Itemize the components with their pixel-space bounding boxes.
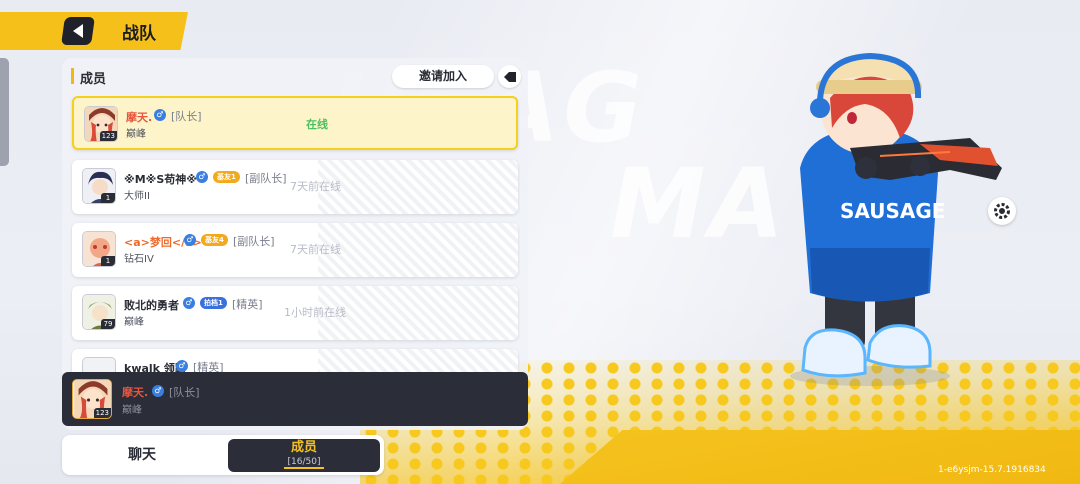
avatar: 123 bbox=[84, 106, 118, 142]
member-name: 败北的勇者 bbox=[124, 299, 179, 312]
member-row[interactable]: 79 败北的勇者 ♂ 拍档1 [精英] 巅峰 1小时前在线 bbox=[72, 286, 518, 340]
tab-members[interactable]: 成员 [16/50] bbox=[228, 439, 380, 472]
member-name: ※M※S苟神※ bbox=[124, 173, 197, 186]
level-tag: 123 bbox=[93, 408, 111, 418]
character-model[interactable]: SAUSAGE bbox=[770, 48, 1030, 398]
member-role: [队长] bbox=[171, 110, 202, 123]
selected-member-card[interactable]: 123 摩天. ♂ [队长] 巅峰 bbox=[62, 372, 528, 426]
tab-members-label: 成员 bbox=[290, 440, 317, 455]
page-title: 战队 bbox=[122, 24, 156, 44]
member-row[interactable]: 123 摩天. ♂ [队长] 巅峰 在线 bbox=[72, 96, 518, 150]
back-icon bbox=[73, 24, 83, 38]
version-label: 1-e6ysjm-15.7.1916834 bbox=[938, 465, 1046, 475]
row-pattern bbox=[318, 286, 518, 340]
row-pattern bbox=[318, 223, 518, 277]
member-rank: 钻石IV bbox=[124, 254, 154, 265]
male-icon: ♂ bbox=[154, 109, 166, 121]
avatar: 123 bbox=[72, 379, 112, 419]
level-tag: 1 bbox=[101, 256, 115, 266]
member-status: 7天前在线 bbox=[290, 180, 341, 193]
level-tag: 123 bbox=[99, 131, 117, 141]
friend-badge: 基友4 bbox=[201, 234, 228, 246]
tab-underline bbox=[284, 467, 324, 469]
member-name: 摩天. bbox=[126, 111, 153, 124]
member-role: [队长] bbox=[169, 386, 200, 399]
level-tag: 1 bbox=[101, 193, 115, 203]
member-status: 7天前在线 bbox=[290, 243, 341, 256]
partner-badge: 拍档1 bbox=[200, 297, 227, 309]
row-pattern bbox=[318, 160, 518, 214]
gear-icon bbox=[994, 203, 1010, 219]
floor-strip bbox=[560, 430, 1080, 484]
member-status: 在线 bbox=[306, 118, 328, 131]
male-icon: ♂ bbox=[183, 297, 195, 309]
section-marker bbox=[71, 68, 74, 84]
member-row[interactable]: 1 ※M※S苟神※ ♂ 基友1 [副队长] 大师II 7天前在线 bbox=[72, 160, 518, 214]
tab-chat[interactable]: 聊天 bbox=[62, 435, 222, 475]
member-row[interactable]: kwalk 领路 ♂ [精英] bbox=[72, 349, 518, 372]
member-rank: 大师II bbox=[124, 191, 150, 202]
section-title: 成员 bbox=[80, 72, 107, 87]
member-rank: 巅峰 bbox=[126, 129, 146, 140]
row-pattern bbox=[318, 349, 518, 372]
member-role: [精英] bbox=[232, 298, 263, 311]
quit-icon bbox=[503, 71, 516, 82]
male-icon: ♂ bbox=[184, 234, 196, 246]
svg-text:SAUSAGE: SAUSAGE bbox=[840, 199, 945, 223]
member-role: [副队长] bbox=[233, 235, 275, 248]
avatar: 1 bbox=[82, 168, 116, 204]
friend-badge: 基友1 bbox=[213, 171, 240, 183]
member-rank: 巅峰 bbox=[122, 405, 142, 416]
male-icon: ♂ bbox=[196, 171, 208, 183]
level-tag: 79 bbox=[101, 319, 115, 329]
member-role: [副队长] bbox=[245, 172, 287, 185]
settings-button[interactable] bbox=[988, 197, 1016, 225]
male-icon: ♂ bbox=[152, 385, 164, 397]
member-rank: 巅峰 bbox=[124, 317, 144, 328]
member-name: 摩天. bbox=[122, 386, 149, 399]
header-bar bbox=[0, 12, 188, 50]
avatar: 79 bbox=[82, 294, 116, 330]
avatar: 1 bbox=[82, 231, 116, 267]
member-role: [精英] bbox=[193, 361, 224, 372]
member-row[interactable]: 1 <a>梦回</a> ♂ 基友4 [副队长] 钻石IV 7天前在线 bbox=[72, 223, 518, 277]
member-list[interactable]: 123 摩天. ♂ [队长] 巅峰 在线 1 ※M※S苟神※ ♂ 基友1 [副队… bbox=[70, 96, 520, 372]
avatar bbox=[82, 357, 116, 372]
side-drawer-handle[interactable] bbox=[0, 58, 9, 166]
invite-button[interactable]: 邀请加入 bbox=[392, 65, 494, 88]
bottom-tabs: 聊天 成员 [16/50] bbox=[62, 435, 384, 475]
male-icon: ♂ bbox=[176, 360, 188, 372]
back-button[interactable] bbox=[61, 17, 95, 45]
member-status: 1小时前在线 bbox=[284, 306, 346, 319]
quit-team-button[interactable] bbox=[498, 65, 521, 88]
